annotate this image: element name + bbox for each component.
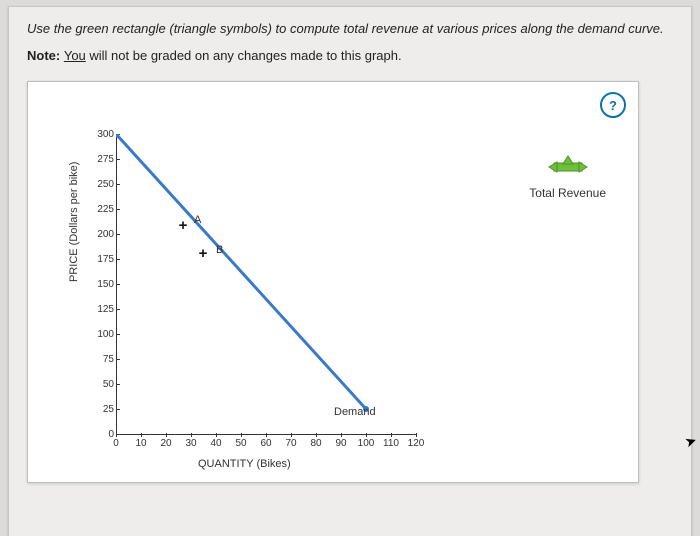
x-tick: 110: [381, 438, 401, 449]
y-tick: 225: [88, 205, 114, 215]
total-revenue-icon: [546, 152, 590, 178]
help-button[interactable]: ?: [600, 92, 626, 118]
x-tick: 10: [131, 438, 151, 449]
x-tick: 20: [156, 438, 176, 449]
note-rest: will not be graded on any changes made t…: [86, 48, 402, 63]
x-tick: 80: [306, 438, 326, 449]
point-a-marker[interactable]: +: [176, 219, 190, 233]
plot-area[interactable]: + A + B Demand: [116, 134, 416, 434]
legend-label: Total Revenue: [529, 186, 606, 200]
y-tick: 125: [88, 305, 114, 315]
y-tick: 175: [88, 255, 114, 265]
instruction-text: Use the green rectangle (triangle symbol…: [27, 21, 673, 36]
note-underlined: You: [64, 48, 86, 63]
point-a-label: A: [194, 214, 201, 226]
x-tick: 120: [406, 438, 426, 449]
y-tick: 200: [88, 230, 114, 240]
x-tick: 30: [181, 438, 201, 449]
x-tick: 0: [106, 438, 126, 449]
y-axis-label: PRICE (Dollars per bike): [68, 162, 80, 282]
y-tick: 150: [88, 280, 114, 290]
point-b-label: B: [216, 244, 223, 256]
x-axis-label: QUANTITY (Bikes): [198, 458, 291, 470]
x-tick: 40: [206, 438, 226, 449]
y-tick: 100: [88, 330, 114, 340]
y-tick: 25: [88, 405, 114, 415]
y-tick: 50: [88, 380, 114, 390]
y-tick: 300: [88, 130, 114, 140]
chart-card: ? Total Revenue PRICE (Dollars per bike)…: [27, 81, 639, 483]
demand-series-label: Demand: [334, 406, 376, 418]
y-tick: 75: [88, 355, 114, 365]
x-tick: 90: [331, 438, 351, 449]
x-tick: 50: [231, 438, 251, 449]
x-tick: 70: [281, 438, 301, 449]
note-prefix: Note:: [27, 48, 64, 63]
y-tick: 275: [88, 155, 114, 165]
note-text: Note: You will not be graded on any chan…: [27, 48, 673, 63]
worksheet-page: Use the green rectangle (triangle symbol…: [8, 6, 692, 536]
x-tick: 60: [256, 438, 276, 449]
point-b-marker[interactable]: +: [196, 247, 210, 261]
x-tick: 100: [356, 438, 376, 449]
y-tick: 250: [88, 180, 114, 190]
legend[interactable]: Total Revenue: [529, 152, 606, 200]
demand-line: [116, 134, 416, 434]
